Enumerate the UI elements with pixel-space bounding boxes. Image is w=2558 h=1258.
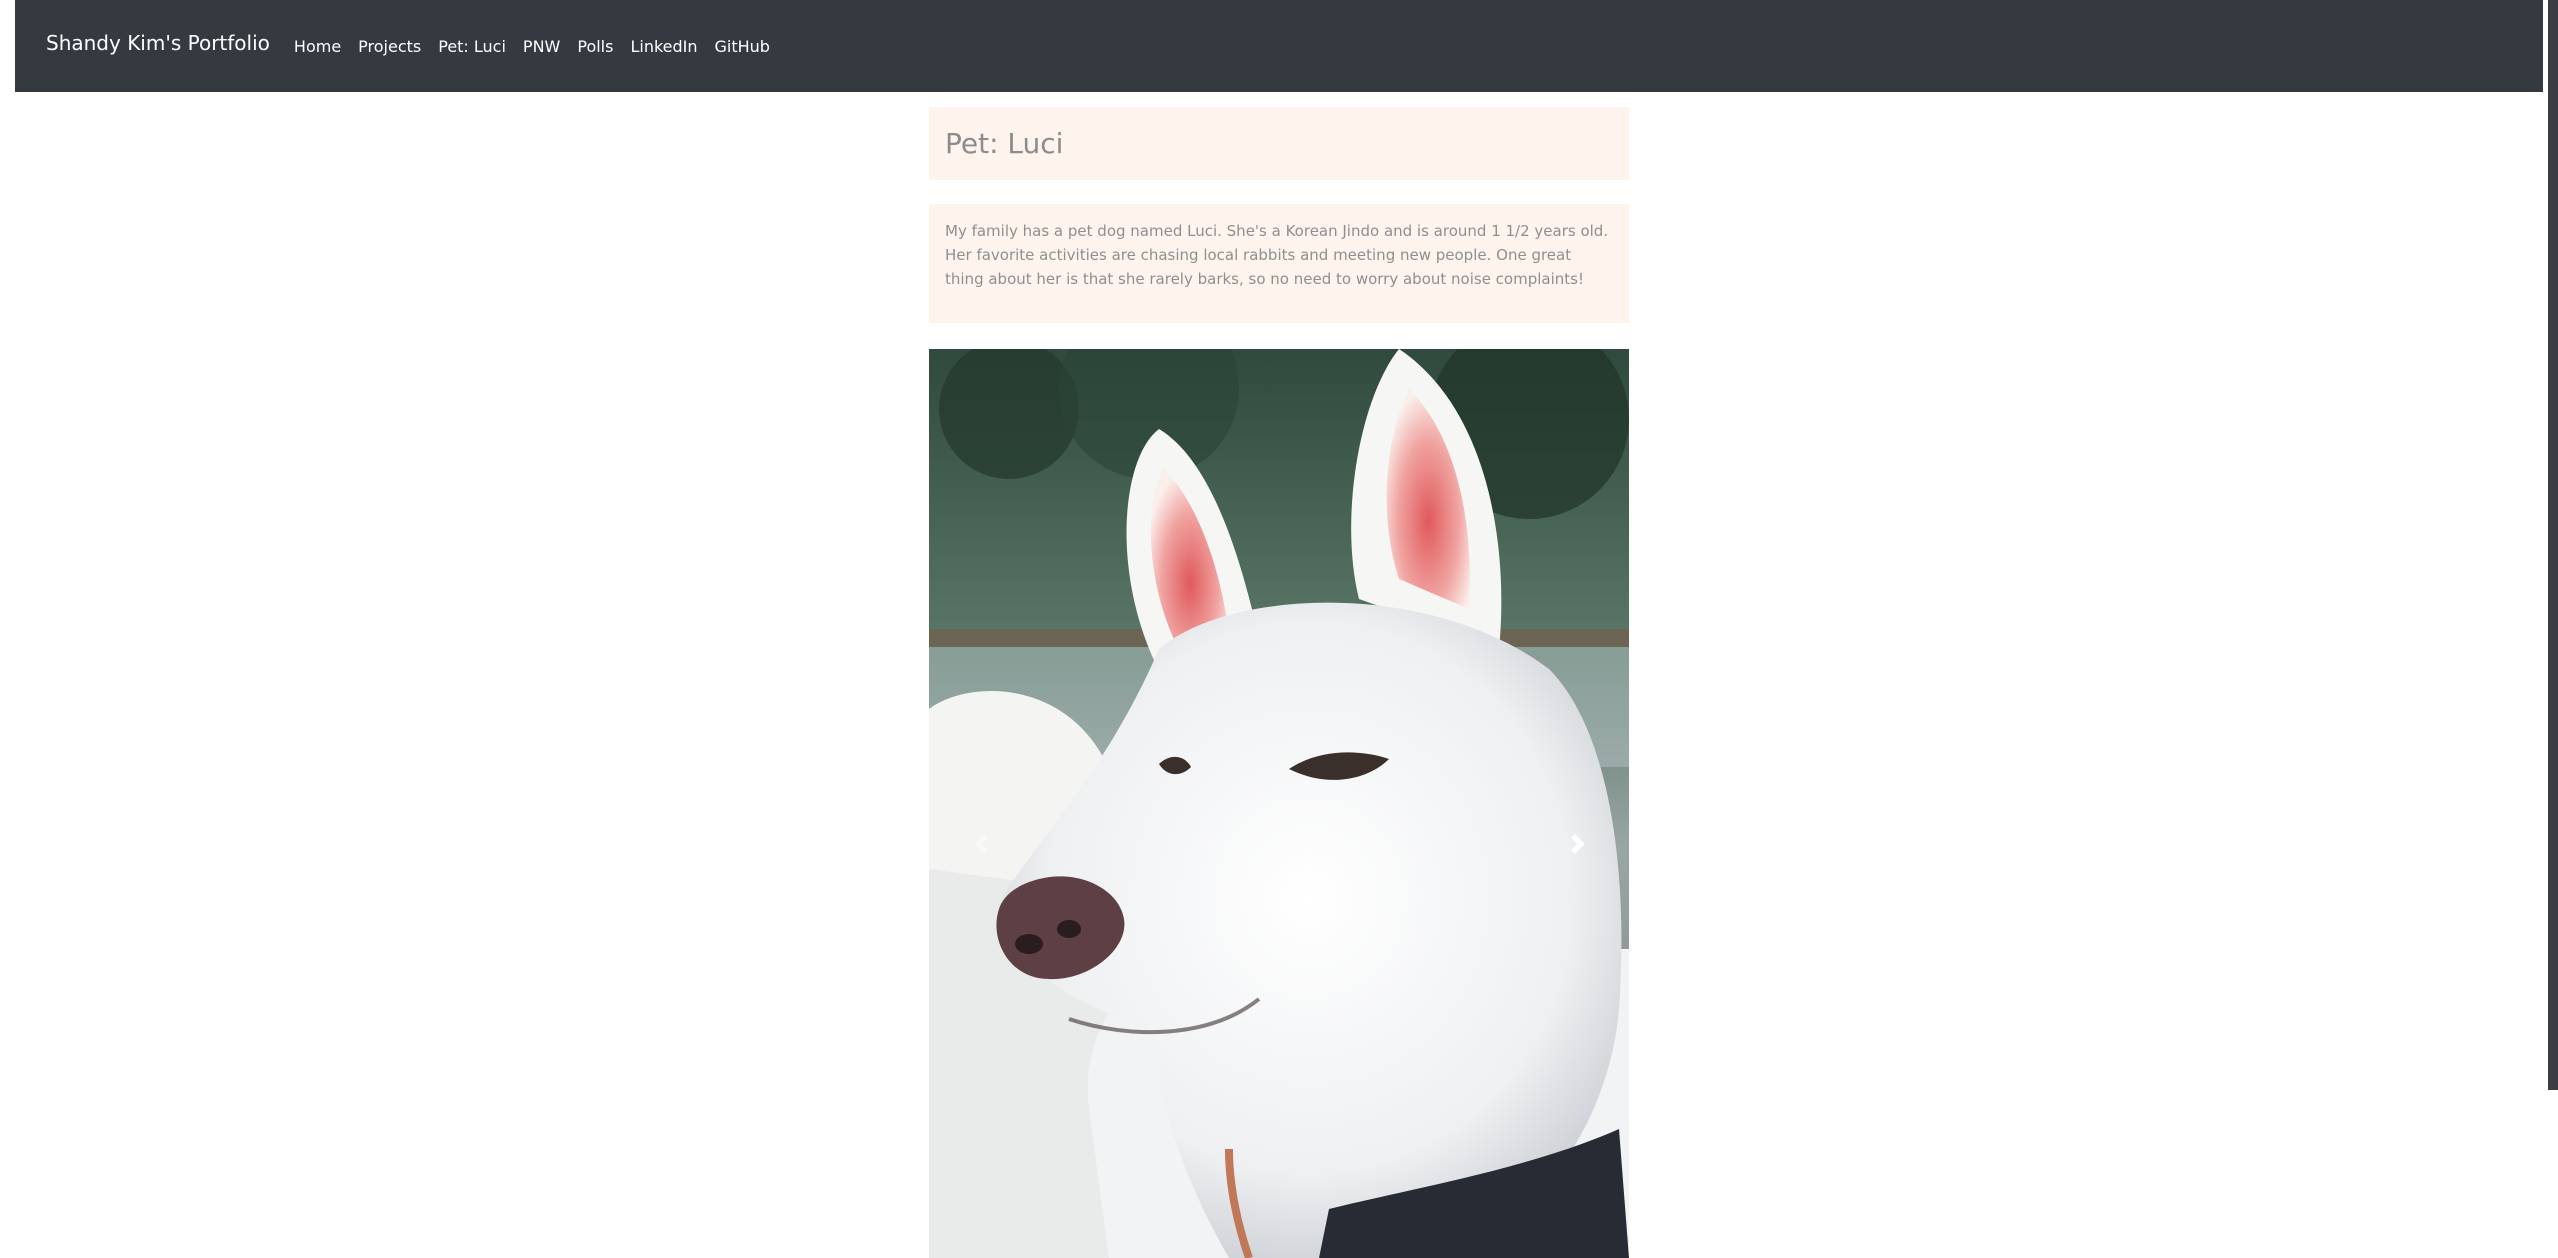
nav-links: Home Projects Pet: Luci PNW Polls Linked…: [294, 37, 787, 56]
carousel-next-control[interactable]: [1553, 819, 1603, 869]
top-navbar: Shandy Kim's Portfolio Home Projects Pet…: [15, 0, 2543, 92]
brand-link[interactable]: Shandy Kim's Portfolio: [46, 31, 270, 55]
main-content: Pet: Luci My family has a pet dog named …: [929, 107, 1629, 323]
nav-link-pnw[interactable]: PNW: [523, 37, 560, 56]
nav-link-github[interactable]: GitHub: [715, 37, 770, 56]
page-title: Pet: Luci: [945, 127, 1064, 160]
carousel-prev-control[interactable]: [956, 819, 1006, 869]
nav-link-polls[interactable]: Polls: [577, 37, 613, 56]
page-scrollbar-thumb[interactable]: [2548, 0, 2558, 1090]
page-scrollbar[interactable]: [2548, 0, 2558, 1258]
page-description: My family has a pet dog named Luci. She'…: [945, 222, 1609, 288]
nav-link-projects[interactable]: Projects: [358, 37, 421, 56]
title-card: Pet: Luci: [929, 107, 1629, 180]
chevron-left-icon: [974, 834, 988, 854]
nav-link-linkedin[interactable]: LinkedIn: [630, 37, 697, 56]
nav-link-home[interactable]: Home: [294, 37, 341, 56]
photo-carousel[interactable]: [929, 349, 1629, 1258]
chevron-right-icon: [1571, 834, 1585, 854]
dog-photo: [929, 349, 1629, 1258]
description-card: My family has a pet dog named Luci. She'…: [929, 204, 1629, 323]
nav-link-pet-luci[interactable]: Pet: Luci: [438, 37, 506, 56]
